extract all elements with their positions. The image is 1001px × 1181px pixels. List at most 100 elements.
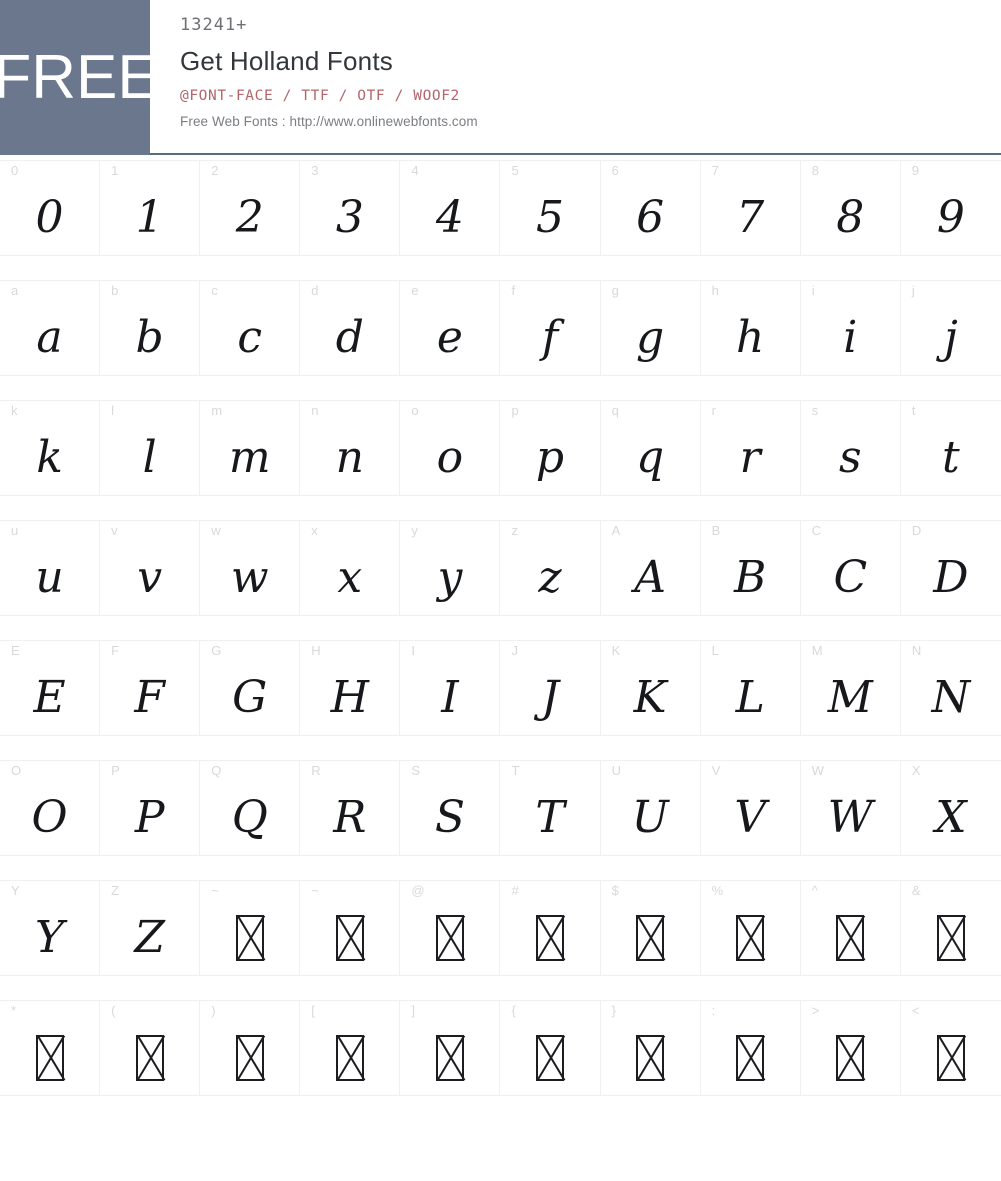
glyph-cell[interactable]: ] [400,1001,501,1095]
glyph-cell[interactable]: II [400,641,501,735]
missing-glyph-icon [801,901,900,975]
glyph-cell[interactable]: SS [400,761,501,855]
glyph-cell[interactable]: OO [0,761,101,855]
glyph-cell[interactable]: { [500,1001,601,1095]
glyph-cell[interactable]: 88 [801,161,901,255]
glyph-cell[interactable]: ii [801,281,901,375]
glyph-cell[interactable]: ff [500,281,601,375]
missing-glyph-icon [801,1021,900,1095]
glyph-cell[interactable]: dd [300,281,401,375]
glyph-cell[interactable]: # [500,881,601,975]
glyph-cell[interactable]: yy [400,521,501,615]
glyph-cell-label: 5 [511,163,519,178]
glyph-cell[interactable]: QQ [200,761,301,855]
glyph-cell[interactable]: uu [0,521,101,615]
glyph-preview: D [933,552,969,603]
missing-glyph-icon [200,901,299,975]
glyph-cell[interactable]: aa [0,281,101,375]
glyph-preview: 8 [836,192,865,243]
glyph-cell[interactable]: RR [300,761,401,855]
glyph-cell[interactable]: 66 [601,161,701,255]
glyph-cell[interactable]: mm [200,401,301,495]
glyph-cell[interactable]: KK [601,641,701,735]
glyph-cell[interactable]: } [601,1001,701,1095]
glyph-cell[interactable]: 99 [901,161,1001,255]
glyph-cell[interactable]: 22 [200,161,301,255]
glyph-preview: 9 [936,192,965,243]
glyph-cell[interactable]: oo [400,401,501,495]
free-badge-label: FREE [0,42,159,112]
glyph-cell[interactable]: jj [901,281,1001,375]
glyph-cell[interactable]: ~ [300,881,401,975]
glyph-cell[interactable]: PP [100,761,201,855]
glyph-cell[interactable]: 44 [400,161,501,255]
glyph-cell[interactable]: VV [701,761,801,855]
glyph-cell[interactable]: xx [300,521,401,615]
glyph-cell[interactable]: 00 [0,161,101,255]
glyph-cell[interactable]: zz [500,521,601,615]
glyph-cell[interactable]: ll [100,401,201,495]
glyph-cell[interactable]: pp [500,401,601,495]
glyph-cell[interactable]: XX [901,761,1001,855]
glyph-cell[interactable]: 33 [300,161,401,255]
glyph-cell[interactable]: : [701,1001,801,1095]
glyph-cell[interactable]: 11 [100,161,201,255]
glyph-cell[interactable]: kk [0,401,101,495]
glyph-preview: j [944,312,958,363]
glyph-cell[interactable]: TT [500,761,601,855]
glyph-cell[interactable]: DD [901,521,1001,615]
glyph-cell[interactable]: % [701,881,801,975]
glyph-cell[interactable]: EE [0,641,101,735]
glyph-cell[interactable]: GG [200,641,301,735]
glyph-cell[interactable]: NN [901,641,1001,735]
glyph-cell[interactable]: ss [801,401,901,495]
glyph-cell[interactable]: HH [300,641,401,735]
glyph-cell[interactable]: AA [601,521,701,615]
glyph-cell-label: } [611,1003,616,1018]
glyph-cell[interactable]: qq [601,401,701,495]
glyph-cell[interactable]: ) [200,1001,301,1095]
glyph-cell[interactable]: < [901,1001,1001,1095]
glyph-cell-label: T [511,763,520,778]
glyph-cell[interactable]: FF [100,641,201,735]
glyph-cell[interactable]: @ [400,881,501,975]
glyph-cell[interactable]: tt [901,401,1001,495]
glyph-cell[interactable]: MM [801,641,901,735]
glyph-cell-label: m [211,403,223,418]
glyph-cell[interactable]: ee [400,281,501,375]
glyph-cell-label: B [711,523,721,538]
glyph-cell[interactable]: rr [701,401,801,495]
glyph-cell[interactable]: gg [601,281,701,375]
glyph-cell[interactable]: nn [300,401,401,495]
glyph-cell[interactable]: 77 [701,161,801,255]
glyph-cell[interactable]: hh [701,281,801,375]
glyph-cell[interactable]: * [0,1001,101,1095]
glyph-cell[interactable]: [ [300,1001,401,1095]
glyph-preview: u [35,552,64,603]
glyph-cell[interactable]: ww [200,521,301,615]
glyph-cell[interactable]: ( [100,1001,201,1095]
glyph-cell[interactable]: bb [100,281,201,375]
glyph-cell[interactable]: ZZ [100,881,201,975]
glyph-cell[interactable]: > [801,1001,901,1095]
glyph-cell[interactable]: JJ [500,641,601,735]
glyph-cell[interactable]: 55 [500,161,601,255]
glyph-cell[interactable]: vv [100,521,201,615]
glyph-cell-label: { [511,1003,516,1018]
missing-glyph-icon [200,1021,299,1095]
glyph-cell[interactable]: ~ [200,881,301,975]
glyph-cell[interactable]: YY [0,881,101,975]
glyph-cell[interactable]: cc [200,281,301,375]
glyph-cell[interactable]: $ [601,881,701,975]
glyph-cell-label: h [711,283,719,298]
glyph-preview: q [636,432,665,483]
glyph-cell-label: Z [111,883,120,898]
glyph-cell[interactable]: CC [801,521,901,615]
glyph-cell[interactable]: ^ [801,881,901,975]
glyph-cell-label: k [11,403,18,418]
glyph-cell[interactable]: WW [801,761,901,855]
glyph-cell[interactable]: & [901,881,1001,975]
glyph-cell[interactable]: UU [601,761,701,855]
glyph-cell[interactable]: BB [701,521,801,615]
glyph-cell[interactable]: LL [701,641,801,735]
